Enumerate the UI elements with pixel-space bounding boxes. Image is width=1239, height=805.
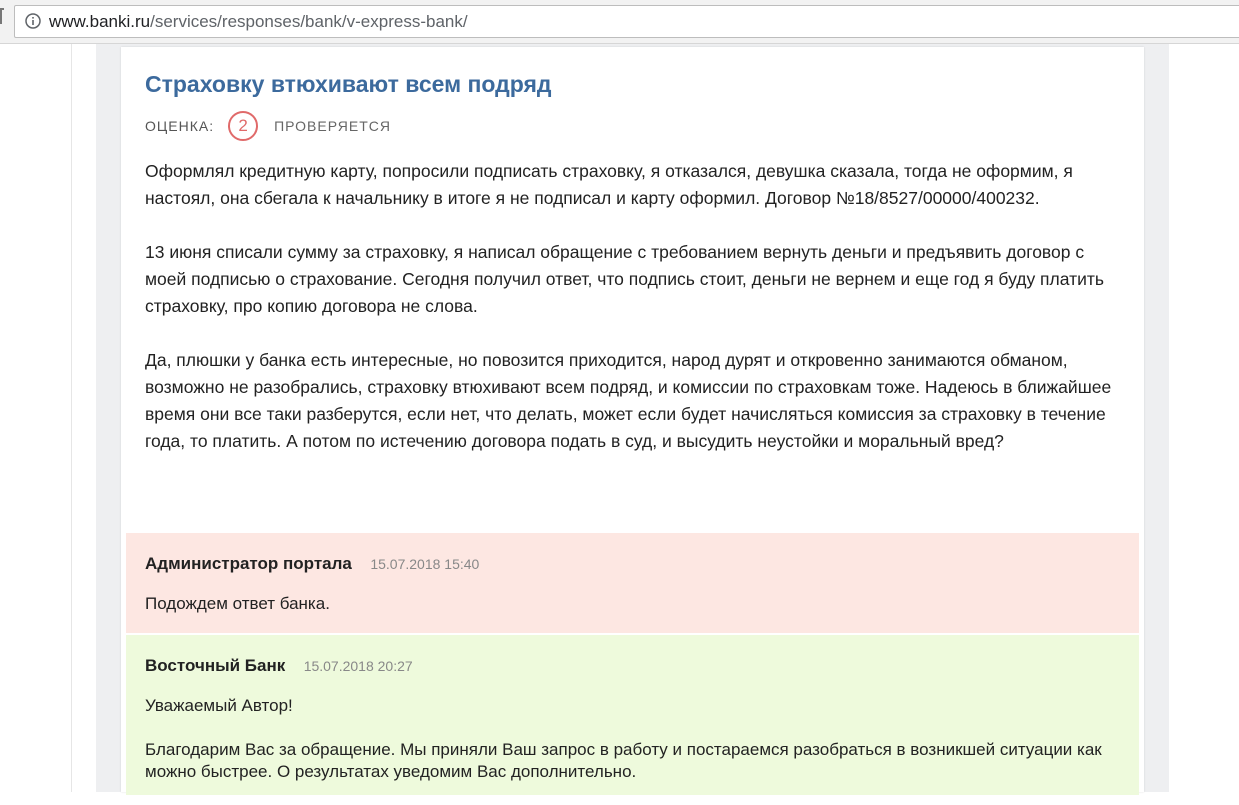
rating-badge: 2: [228, 111, 259, 141]
comment-header: Администратор портала 15.07.2018 15:40: [145, 554, 479, 574]
rating-row: ОЦЕНКА: 2 ПРОВЕРЯЕТСЯ: [145, 108, 391, 144]
comment-text: Уважаемый Автор! Благодарим Вас за обращ…: [145, 695, 1105, 805]
status-badge: ПРОВЕРЯЕТСЯ: [274, 118, 391, 134]
rating-label: ОЦЕНКА:: [145, 118, 215, 134]
url-path: /services/responses/bank/v-express-bank/: [150, 12, 468, 31]
info-icon[interactable]: [25, 13, 41, 29]
page-viewport: Страховку втюхивают всем подряд ОЦЕНКА: …: [0, 44, 1239, 795]
review-card: Страховку втюхивают всем подряд ОЦЕНКА: …: [121, 47, 1144, 795]
comment-paragraph: Уважаемый Автор!: [145, 696, 293, 715]
comment-bank: Восточный Банк 15.07.2018 20:27 Уважаемы…: [126, 635, 1139, 795]
comment-text: Подождем ответ банка.: [145, 593, 1105, 637]
url-text[interactable]: www.banki.ru/services/responses/bank/v-e…: [49, 12, 468, 32]
comment-author: Восточный Банк: [145, 656, 286, 675]
url-host: www.banki.ru: [49, 12, 151, 31]
review-paragraph: Оформлял кредитную карту, попросили подп…: [145, 161, 1073, 208]
review-paragraph: Да, плюшки у банка есть интересные, но п…: [145, 350, 1112, 451]
left-divider: [71, 44, 72, 792]
comment-admin: Администратор портала 15.07.2018 15:40 П…: [126, 533, 1139, 633]
review-title[interactable]: Страховку втюхивают всем подряд: [145, 71, 552, 98]
tab-edge: [0, 8, 4, 24]
address-bar[interactable]: www.banki.ru/services/responses/bank/v-e…: [14, 5, 1239, 38]
comment-date: 15.07.2018 15:40: [370, 556, 480, 572]
browser-toolbar: www.banki.ru/services/responses/bank/v-e…: [0, 0, 1239, 44]
review-paragraph: 13 июня списали сумму за страховку, я на…: [145, 242, 1105, 316]
review-body: Оформлял кредитную карту, попросили подп…: [145, 158, 1115, 482]
comment-date: 15.07.2018 20:27: [303, 658, 413, 674]
comment-paragraph: Подождем ответ банка.: [145, 594, 330, 613]
comment-paragraph: Благодарим Вас за обращение. Мы приняли …: [145, 740, 1102, 781]
comment-header: Восточный Банк 15.07.2018 20:27: [145, 656, 413, 676]
comment-author: Администратор портала: [145, 554, 352, 573]
